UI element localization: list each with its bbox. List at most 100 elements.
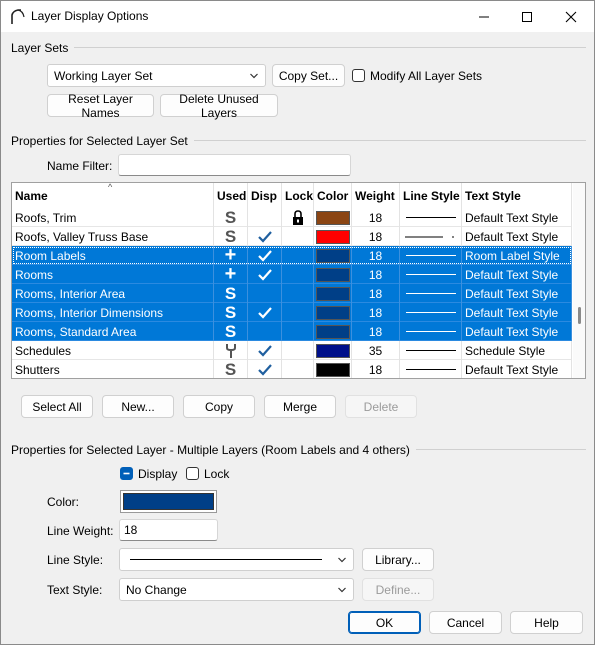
display-toggle-cell[interactable] (248, 360, 282, 378)
line-style-cell[interactable] (400, 265, 462, 284)
color-cell[interactable] (314, 227, 352, 246)
display-toggle-cell[interactable] (248, 341, 282, 360)
line-style-cell[interactable] (400, 341, 462, 360)
weight-cell[interactable]: 18 (352, 246, 400, 265)
copy-set-button[interactable]: Copy Set... (272, 64, 345, 87)
color-cell[interactable] (314, 303, 352, 322)
layer-name-cell[interactable]: Rooms, Standard Area (12, 322, 214, 341)
text-style-cell[interactable]: Default Text Style (462, 284, 572, 303)
column-header-color[interactable]: Color (314, 183, 352, 208)
column-header-weight[interactable]: Weight (352, 183, 400, 208)
minimize-button[interactable] (462, 1, 506, 32)
table-row[interactable]: Roofs, Valley Truss Base S 18 Default Text … (12, 227, 572, 246)
text-style-cell[interactable]: Schedule Style (462, 341, 572, 360)
lock-toggle-cell[interactable] (282, 208, 314, 227)
display-toggle-cell[interactable] (248, 322, 282, 341)
text-style-cell[interactable]: Default Text Style (462, 208, 572, 227)
color-cell[interactable] (314, 341, 352, 360)
color-cell[interactable] (314, 284, 352, 303)
select-all-button[interactable]: Select All (21, 395, 93, 418)
line-weight-input[interactable]: 18 (119, 519, 218, 541)
display-toggle-cell[interactable] (248, 227, 282, 246)
lock-toggle-cell[interactable] (282, 227, 314, 246)
used-status-cell[interactable]: + (214, 246, 248, 265)
table-row[interactable]: Schedules 35 Schedule Style (12, 341, 572, 360)
table-scrollbar[interactable] (573, 183, 585, 378)
line-style-dropdown[interactable] (119, 548, 354, 571)
table-row[interactable]: Roofs, Trim S 18 Default Text Style (12, 208, 572, 227)
close-button[interactable] (549, 1, 593, 32)
weight-cell[interactable]: 18 (352, 360, 400, 378)
display-toggle-cell[interactable] (248, 208, 282, 227)
table-row[interactable]: Shutters S 18 Default Text Style (12, 360, 572, 378)
used-status-cell[interactable] (214, 341, 248, 360)
weight-cell[interactable]: 18 (352, 265, 400, 284)
lock-toggle-cell[interactable] (282, 322, 314, 341)
layer-name-cell[interactable]: Rooms (12, 265, 214, 284)
table-row[interactable]: Room Labels +18 Room Label Style (12, 246, 572, 265)
layer-name-cell[interactable]: Roofs, Trim (12, 208, 214, 227)
define-button[interactable]: Define... (362, 578, 434, 601)
line-style-cell[interactable] (400, 208, 462, 227)
color-cell[interactable] (314, 360, 352, 378)
column-header-text-style[interactable]: Text Style (462, 183, 572, 208)
used-status-cell[interactable]: S (214, 227, 248, 246)
line-style-cell[interactable] (400, 284, 462, 303)
lock-toggle-cell[interactable] (282, 341, 314, 360)
used-status-cell[interactable]: S (214, 360, 248, 378)
table-row[interactable]: Rooms, Interior Dimensions S 18 Default Tex… (12, 303, 572, 322)
layer-name-cell[interactable]: Room Labels (12, 246, 214, 265)
line-style-cell[interactable] (400, 246, 462, 265)
used-status-cell[interactable]: + (214, 265, 248, 284)
used-status-cell[interactable]: S (214, 322, 248, 341)
modify-all-layer-sets-checkbox[interactable] (352, 69, 365, 82)
lock-toggle-cell[interactable] (282, 303, 314, 322)
text-style-cell[interactable]: Default Text Style (462, 265, 572, 284)
used-status-cell[interactable]: S (214, 208, 248, 227)
table-scrollbar-thumb[interactable] (578, 307, 581, 324)
line-style-cell[interactable] (400, 322, 462, 341)
weight-cell[interactable]: 18 (352, 322, 400, 341)
layer-name-cell[interactable]: Rooms, Interior Dimensions (12, 303, 214, 322)
color-cell[interactable] (314, 265, 352, 284)
line-style-cell[interactable] (400, 227, 462, 246)
copy-layer-button[interactable]: Copy (183, 395, 255, 418)
line-style-cell[interactable] (400, 303, 462, 322)
text-style-cell[interactable]: Default Text Style (462, 360, 572, 378)
display-toggle-cell[interactable] (248, 265, 282, 284)
delete-layer-button[interactable]: Delete (345, 395, 417, 418)
column-header-line-style[interactable]: Line Style (400, 183, 462, 208)
column-header-disp[interactable]: Disp (248, 183, 282, 208)
color-picker-button[interactable] (120, 490, 217, 513)
used-status-cell[interactable]: S (214, 303, 248, 322)
name-filter-input[interactable] (118, 154, 351, 176)
used-status-cell[interactable]: S (214, 284, 248, 303)
lock-toggle-cell[interactable] (282, 246, 314, 265)
column-header-used[interactable]: Used (214, 183, 248, 208)
layer-name-cell[interactable]: Rooms, Interior Area (12, 284, 214, 303)
ok-button[interactable]: OK (348, 611, 421, 634)
weight-cell[interactable]: 18 (352, 208, 400, 227)
column-header-lock[interactable]: Lock (282, 183, 314, 208)
cancel-button[interactable]: Cancel (429, 611, 502, 634)
lock-toggle-cell[interactable] (282, 360, 314, 378)
display-toggle-cell[interactable] (248, 284, 282, 303)
lock-checkbox[interactable] (186, 467, 199, 480)
column-header-name[interactable]: Name ^ (12, 183, 214, 208)
reset-layer-names-button[interactable]: Reset Layer Names (47, 92, 154, 120)
text-style-dropdown[interactable]: No Change (119, 578, 354, 601)
text-style-cell[interactable]: Room Label Style (462, 246, 572, 265)
text-style-cell[interactable]: Default Text Style (462, 227, 572, 246)
color-cell[interactable] (314, 208, 352, 227)
merge-layers-button[interactable]: Merge (264, 395, 336, 418)
layer-name-cell[interactable]: Schedules (12, 341, 214, 360)
display-toggle-cell[interactable] (248, 303, 282, 322)
new-layer-button[interactable]: New... (102, 395, 174, 418)
library-button[interactable]: Library... (362, 548, 434, 571)
text-style-cell[interactable]: Default Text Style (462, 322, 572, 341)
weight-cell[interactable]: 18 (352, 227, 400, 246)
lock-toggle-cell[interactable] (282, 265, 314, 284)
weight-cell[interactable]: 18 (352, 303, 400, 322)
color-cell[interactable] (314, 322, 352, 341)
lock-toggle-cell[interactable] (282, 284, 314, 303)
